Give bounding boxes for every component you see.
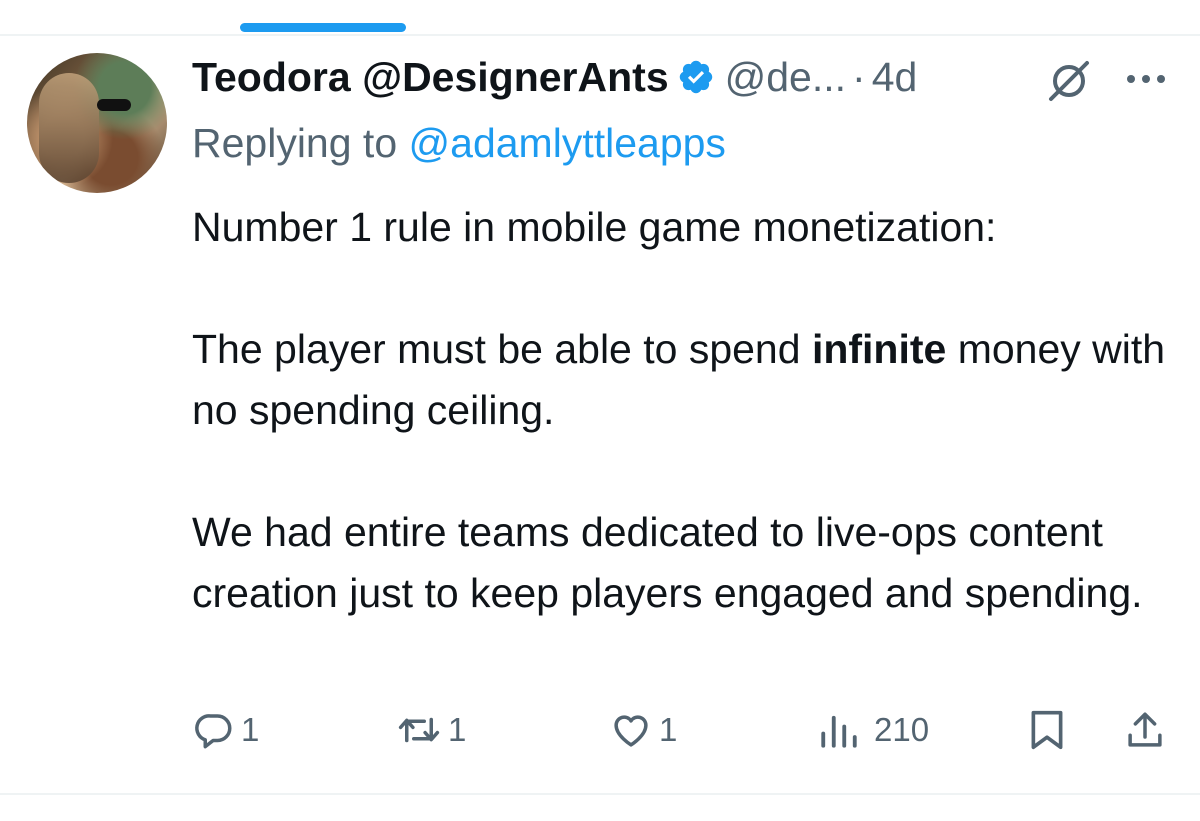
timestamp[interactable]: 4d bbox=[872, 54, 918, 101]
share-icon bbox=[1128, 712, 1162, 747]
bookmark-icon bbox=[1031, 710, 1063, 750]
text-segment: The player must be able to spend bbox=[192, 326, 812, 372]
author-display-name[interactable]: Teodora @DesignerAnts bbox=[192, 54, 669, 101]
views-button[interactable]: 210 bbox=[818, 707, 929, 753]
avatar[interactable] bbox=[27, 53, 167, 193]
divider bbox=[0, 34, 1200, 36]
reply-count: 1 bbox=[241, 711, 260, 748]
tweet-header: Teodora @DesignerAnts @de... · 4d bbox=[192, 47, 917, 107]
more-icon[interactable] bbox=[1126, 72, 1166, 86]
repost-count: 1 bbox=[448, 711, 467, 748]
tweet-paragraph: We had entire teams dedicated to live-op… bbox=[192, 509, 1143, 616]
tweet-paragraph: The player must be able to spend infinit… bbox=[192, 319, 1182, 441]
author-handle[interactable]: @de... bbox=[725, 54, 846, 101]
replying-prefix: Replying to bbox=[192, 120, 398, 166]
reply-button[interactable]: 1 bbox=[193, 707, 259, 753]
views-count: 210 bbox=[874, 711, 930, 748]
separator: · bbox=[852, 53, 866, 100]
tweet-paragraph: Number 1 rule in mobile game monetizatio… bbox=[192, 204, 997, 250]
replying-to: Replying to @adamlyttleapps bbox=[192, 120, 726, 167]
repost-icon bbox=[398, 717, 440, 743]
tab-indicator bbox=[240, 23, 406, 32]
divider bbox=[0, 793, 1200, 795]
bookmark-button[interactable] bbox=[1027, 707, 1067, 753]
like-icon bbox=[614, 715, 648, 747]
tweet-text: Number 1 rule in mobile game monetizatio… bbox=[192, 197, 1182, 624]
share-button[interactable] bbox=[1124, 707, 1166, 753]
like-button[interactable]: 1 bbox=[609, 707, 677, 753]
repost-button[interactable]: 1 bbox=[396, 707, 466, 753]
replying-to-handle[interactable]: @adamlyttleapps bbox=[409, 120, 726, 166]
bold-text: infinite bbox=[811, 326, 947, 372]
like-count: 1 bbox=[659, 711, 678, 748]
views-icon bbox=[821, 715, 857, 748]
verified-badge-icon[interactable] bbox=[677, 58, 715, 96]
grok-icon[interactable] bbox=[1045, 56, 1093, 104]
reply-icon bbox=[195, 714, 232, 749]
